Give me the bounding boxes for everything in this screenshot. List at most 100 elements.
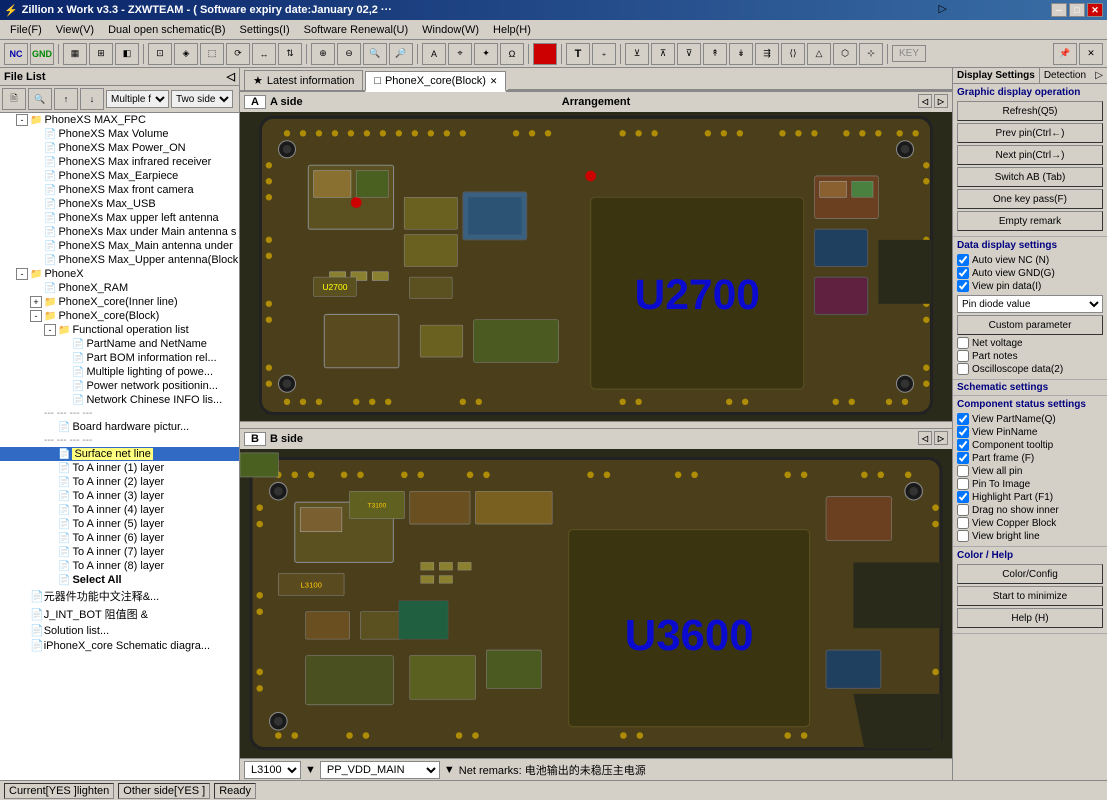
- view-all-pin-input[interactable]: [957, 465, 969, 477]
- menu-renewal[interactable]: Software Renewal(U): [298, 22, 415, 38]
- tree-item-19[interactable]: 📄Multiple lighting of powe...: [0, 365, 239, 379]
- toolbar-color-box[interactable]: [533, 43, 557, 65]
- tree-item-13[interactable]: 📄PhoneX_RAM: [0, 281, 239, 295]
- tree-item-4[interactable]: 📄PhoneXS Max infrared receiver: [0, 155, 239, 169]
- net-select-1[interactable]: L3100: [244, 761, 301, 779]
- color-config-button[interactable]: Color/Config: [957, 564, 1103, 584]
- fl-btn-4[interactable]: ↓: [80, 88, 104, 110]
- tree-item-15[interactable]: -📁PhoneX_core(Block): [0, 309, 239, 323]
- menu-view[interactable]: View(V): [50, 22, 100, 38]
- tree-item-14[interactable]: +📁PhoneX_core(Inner line): [0, 295, 239, 309]
- prev-pin-button[interactable]: Prev pin(Ctrl←): [957, 123, 1103, 143]
- tree-expand[interactable]: +: [30, 296, 42, 308]
- toolbar-btn-28[interactable]: △: [807, 43, 831, 65]
- component-tooltip-input[interactable]: [957, 439, 969, 451]
- tree-item-31[interactable]: 📄To A inner (6) layer: [0, 531, 239, 545]
- tree-item-3[interactable]: 📄PhoneXS Max Power_ON: [0, 141, 239, 155]
- view-copper-input[interactable]: [957, 517, 969, 529]
- toolbar-btn-21[interactable]: ⊻: [625, 43, 649, 65]
- view-bright-line-input[interactable]: [957, 530, 969, 542]
- file-list-content[interactable]: -📁PhoneXS MAX_FPC📄PhoneXS Max Volume📄Pho…: [0, 113, 239, 780]
- toolbar-btn-7[interactable]: ◈: [174, 43, 198, 65]
- tree-item-bottom[interactable]: 📄Solution list...: [0, 623, 239, 638]
- tab-phonex-block[interactable]: □ PhoneX_core(Block) ✕: [365, 71, 506, 92]
- detection-tab[interactable]: Detection: [1040, 68, 1090, 83]
- close-button[interactable]: ✕: [1087, 3, 1103, 17]
- toolbar-btn-22[interactable]: ⊼: [651, 43, 675, 65]
- toolbar-btn-30[interactable]: ⊹: [859, 43, 883, 65]
- tree-expand[interactable]: -: [16, 114, 28, 126]
- toolbar-btn-6[interactable]: ⊡: [148, 43, 172, 65]
- empty-remark-button[interactable]: Empty remark: [957, 211, 1103, 231]
- toolbar-nc-button[interactable]: NC: [4, 43, 28, 65]
- highlight-part-input[interactable]: [957, 491, 969, 503]
- fl-btn-3[interactable]: ↑: [54, 88, 78, 110]
- tree-item-1[interactable]: -📁PhoneXS MAX_FPC: [0, 113, 239, 127]
- pin-diode-select[interactable]: Pin diode value: [957, 295, 1103, 313]
- tree-item-10[interactable]: 📄PhoneXS Max_Main antenna under: [0, 239, 239, 253]
- toolbar-close-btn[interactable]: ✕: [1079, 43, 1103, 65]
- toolbar-btn-24[interactable]: ↟: [703, 43, 727, 65]
- tree-item-7[interactable]: 📄PhoneXs Max_USB: [0, 197, 239, 211]
- tree-item-23[interactable]: 📄Board hardware pictur...: [0, 420, 239, 434]
- toolbar-btn-12[interactable]: ⊕: [311, 43, 335, 65]
- next-pin-button[interactable]: Next pin(Ctrl→): [957, 145, 1103, 165]
- tree-item-9[interactable]: 📄PhoneXs Max under Main antenna s: [0, 225, 239, 239]
- toolbar-btn-9[interactable]: ⟳: [226, 43, 250, 65]
- auto-view-nc-input[interactable]: [957, 254, 969, 266]
- toolbar-btn-18[interactable]: ✦: [474, 43, 498, 65]
- view-pinname-input[interactable]: [957, 426, 969, 438]
- tree-expand[interactable]: -: [16, 268, 28, 280]
- switch-ab-button[interactable]: Switch AB (Tab): [957, 167, 1103, 187]
- maximize-button[interactable]: □: [1069, 3, 1085, 17]
- fl-btn-1[interactable]: 🖹: [2, 88, 26, 110]
- board-a-prev[interactable]: ◁: [918, 94, 932, 108]
- board-divider[interactable]: [240, 421, 952, 429]
- tree-item-22[interactable]: --- --- --- ---: [0, 407, 239, 420]
- tree-item-26[interactable]: 📄To A inner (1) layer: [0, 461, 239, 475]
- tree-item-24[interactable]: --- --- --- ---: [0, 434, 239, 447]
- multiple-select[interactable]: Multiple f: [106, 90, 169, 108]
- toolbar-btn-15[interactable]: 🔎: [389, 43, 413, 65]
- tree-item-27[interactable]: 📄To A inner (2) layer: [0, 475, 239, 489]
- toolbar-btn-13[interactable]: ⊖: [337, 43, 361, 65]
- tab-latest[interactable]: ★ Latest information: [244, 70, 363, 90]
- board-a-next[interactable]: ▷: [934, 94, 948, 108]
- pin-to-image-input[interactable]: [957, 478, 969, 490]
- toolbar-btn-26[interactable]: ⇶: [755, 43, 779, 65]
- custom-parameter-button[interactable]: Custom parameter: [957, 315, 1103, 335]
- view-partname-input[interactable]: [957, 413, 969, 425]
- tree-item-12[interactable]: -📁PhoneX: [0, 267, 239, 281]
- tree-item-11[interactable]: 📄PhoneXS Max_Upper antenna(Block: [0, 253, 239, 267]
- menu-help[interactable]: Help(H): [487, 22, 537, 38]
- start-minimize-button[interactable]: Start to minimize: [957, 586, 1103, 606]
- toolbar-btn-14[interactable]: 🔍: [363, 43, 387, 65]
- tree-expand[interactable]: -: [30, 310, 42, 322]
- tree-item-5[interactable]: 📄PhoneXS Max_Earpiece: [0, 169, 239, 183]
- board-b-canvas[interactable]: U3600: [240, 449, 952, 758]
- right-panel-collapse[interactable]: ▷: [1091, 68, 1107, 83]
- view-pin-data-input[interactable]: [957, 280, 969, 292]
- tree-expand[interactable]: -: [44, 324, 56, 336]
- tree-item-32[interactable]: 📄To A inner (7) layer: [0, 545, 239, 559]
- part-notes-input[interactable]: [957, 350, 969, 362]
- toolbar-btn-3[interactable]: ▦: [63, 43, 87, 65]
- tree-item-16[interactable]: -📁Functional operation list: [0, 323, 239, 337]
- tree-item-8[interactable]: 📄PhoneXs Max upper left antenna: [0, 211, 239, 225]
- twoside-select[interactable]: Two side: [171, 90, 233, 108]
- tree-item-18[interactable]: 📄Part BOM information rel...: [0, 351, 239, 365]
- help-button[interactable]: Help (H): [957, 608, 1103, 628]
- toolbar-btn-25[interactable]: ↡: [729, 43, 753, 65]
- toolbar-btn-23[interactable]: ⊽: [677, 43, 701, 65]
- drag-no-show-input[interactable]: [957, 504, 969, 516]
- part-frame-input[interactable]: [957, 452, 969, 464]
- tree-item-6[interactable]: 📄PhoneXS Max front camera: [0, 183, 239, 197]
- tree-item-30[interactable]: 📄To A inner (5) layer: [0, 517, 239, 531]
- board-b-prev[interactable]: ◁: [918, 431, 932, 445]
- minimize-button[interactable]: ─: [1051, 3, 1067, 17]
- tree-item-2[interactable]: 📄PhoneXS Max Volume: [0, 127, 239, 141]
- toolbar-btn-8[interactable]: ⬚: [200, 43, 224, 65]
- menu-settings[interactable]: Settings(I): [233, 22, 295, 38]
- tree-item-28[interactable]: 📄To A inner (3) layer: [0, 489, 239, 503]
- tree-item-34[interactable]: 📄Select All: [0, 573, 239, 587]
